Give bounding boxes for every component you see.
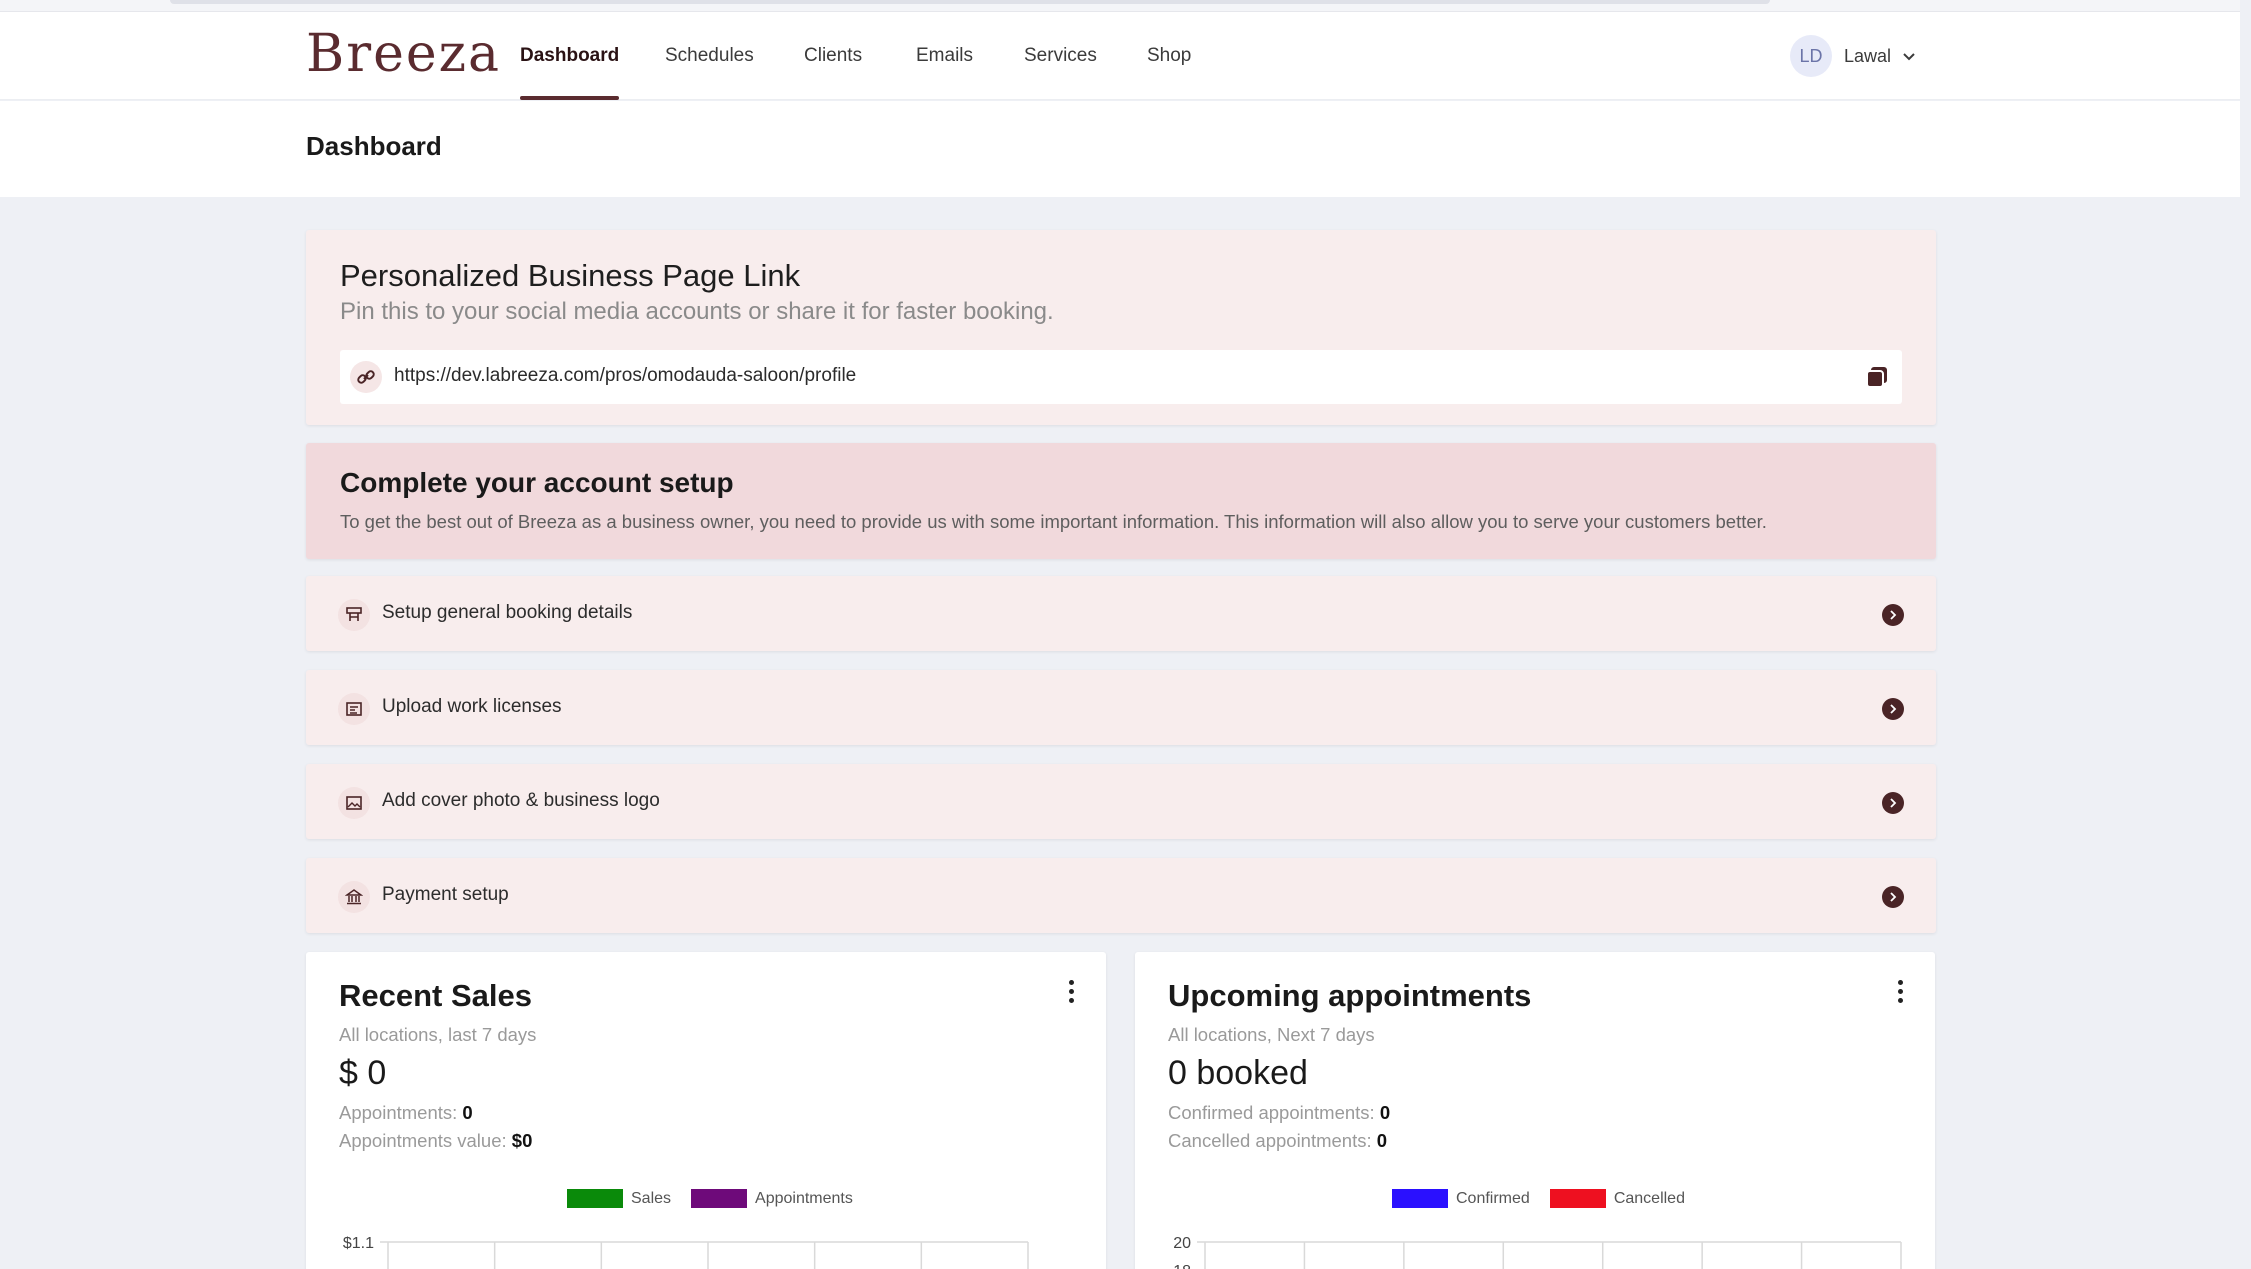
appointments-label: Appointments: <box>339 1102 458 1123</box>
task-label: Setup general booking details <box>382 602 633 623</box>
more-options-icon[interactable] <box>1066 980 1076 1006</box>
legend-swatch-sales[interactable] <box>567 1189 623 1208</box>
user-name: Lawal <box>1844 45 1892 66</box>
recent-sales-title: Recent Sales <box>339 978 532 1013</box>
sales-chart-legend: Sales Appointments <box>567 1189 865 1208</box>
sales-chart: $1.1 <box>343 1235 1029 1269</box>
y-tick-label: 20 <box>1173 1235 1191 1252</box>
appointments-value-label: Appointments value: <box>339 1130 507 1151</box>
upcoming-appointments-panel: Upcoming appointments All locations, Nex… <box>1135 952 1935 1269</box>
task-label: Upload work licenses <box>382 696 562 717</box>
legend-label-sales[interactable]: Sales <box>631 1190 671 1208</box>
confirmed-label: Confirmed appointments: <box>1168 1102 1375 1123</box>
chevron-right-icon[interactable] <box>1882 886 1904 908</box>
setup-task-payment[interactable]: Payment setup <box>306 858 1936 933</box>
task-label: Payment setup <box>382 884 509 905</box>
confirmed-value: 0 <box>1379 1102 1391 1123</box>
page-title: Dashboard <box>306 131 442 161</box>
legend-swatch-confirmed[interactable] <box>1392 1189 1448 1208</box>
nav-shop[interactable]: Shop <box>1147 42 1191 100</box>
legend-label-confirmed[interactable]: Confirmed <box>1456 1190 1530 1208</box>
nav-schedules[interactable]: Schedules <box>665 42 754 100</box>
account-setup-banner: Complete your account setup To get the b… <box>306 443 1936 559</box>
legend-swatch-appointments[interactable] <box>691 1189 748 1208</box>
nav-services[interactable]: Services <box>1024 42 1097 100</box>
chevron-right-icon[interactable] <box>1882 792 1904 814</box>
browser-scrollbar <box>0 0 2240 12</box>
copy-icon[interactable] <box>1864 364 1890 390</box>
recent-sales-panel: Recent Sales All locations, last 7 days … <box>306 952 1106 1269</box>
setup-task-licenses[interactable]: Upload work licenses <box>306 670 1936 745</box>
appointments-value-row: Appointments value: $0 <box>339 1130 532 1152</box>
recent-sales-subtitle: All locations, last 7 days <box>339 1024 537 1045</box>
setup-task-cover-photo[interactable]: Add cover photo & business logo <box>306 764 1936 839</box>
legend-swatch-cancelled[interactable] <box>1549 1189 1606 1208</box>
chevron-right-icon[interactable] <box>1882 698 1904 720</box>
business-link-url[interactable]: https://dev.labreeza.com/pros/omodauda-s… <box>394 365 856 387</box>
upcoming-title: Upcoming appointments <box>1168 978 1532 1013</box>
appointments-count: Appointments: 0 <box>339 1102 473 1124</box>
legend-label-cancelled[interactable]: Cancelled <box>1614 1190 1685 1208</box>
bank-icon <box>338 881 370 913</box>
task-label: Add cover photo & business logo <box>382 790 660 811</box>
business-link-field[interactable]: https://dev.labreeza.com/pros/omodauda-s… <box>340 350 1902 404</box>
page-header: Dashboard <box>0 101 2240 197</box>
top-navbar: Breeza Dashboard Schedules Clients Email… <box>0 12 2240 100</box>
nav-emails[interactable]: Emails <box>916 42 973 100</box>
scrollbar-thumb[interactable] <box>170 0 1770 4</box>
booking-icon <box>338 599 370 631</box>
upcoming-subtitle: All locations, Next 7 days <box>1168 1024 1375 1045</box>
cancelled-value: 0 <box>1376 1130 1388 1151</box>
y-tick-label: $1.1 <box>343 1235 374 1252</box>
nav-dashboard[interactable]: Dashboard <box>520 42 620 100</box>
nav-clients[interactable]: Clients <box>804 42 862 100</box>
chevron-down-icon <box>1903 49 1915 64</box>
business-link-card: Personalized Business Page Link Pin this… <box>306 230 1936 425</box>
brand-logo[interactable]: Breeza <box>306 24 501 84</box>
more-options-icon[interactable] <box>1895 980 1905 1006</box>
appointments-chart: 2018 <box>1173 1235 1902 1269</box>
booked-count: 0 booked <box>1168 1054 1308 1092</box>
sales-amount: $ 0 <box>339 1054 387 1092</box>
cancelled-label: Cancelled appointments: <box>1168 1130 1372 1151</box>
chevron-right-icon[interactable] <box>1882 604 1904 626</box>
setup-description: To get the best out of Breeza as a busin… <box>340 511 1767 532</box>
appointments-value-amount: $0 <box>511 1130 533 1151</box>
image-icon <box>338 787 370 819</box>
setup-title: Complete your account setup <box>340 467 734 498</box>
avatar: LD <box>1790 35 1832 77</box>
y-tick-label: 18 <box>1173 1263 1191 1269</box>
license-icon <box>338 693 370 725</box>
link-card-subtitle: Pin this to your social media accounts o… <box>340 298 1054 325</box>
link-card-title: Personalized Business Page Link <box>340 258 801 293</box>
appointments-chart-legend: Confirmed Cancelled <box>1392 1189 1697 1208</box>
setup-task-booking[interactable]: Setup general booking details <box>306 576 1936 651</box>
cancelled-row: Cancelled appointments: 0 <box>1168 1130 1387 1152</box>
legend-label-appointments[interactable]: Appointments <box>755 1190 853 1208</box>
user-menu[interactable]: LD Lawal <box>1790 34 1915 78</box>
appointments-value: 0 <box>462 1102 473 1123</box>
link-icon <box>350 361 382 393</box>
confirmed-row: Confirmed appointments: 0 <box>1168 1102 1390 1124</box>
